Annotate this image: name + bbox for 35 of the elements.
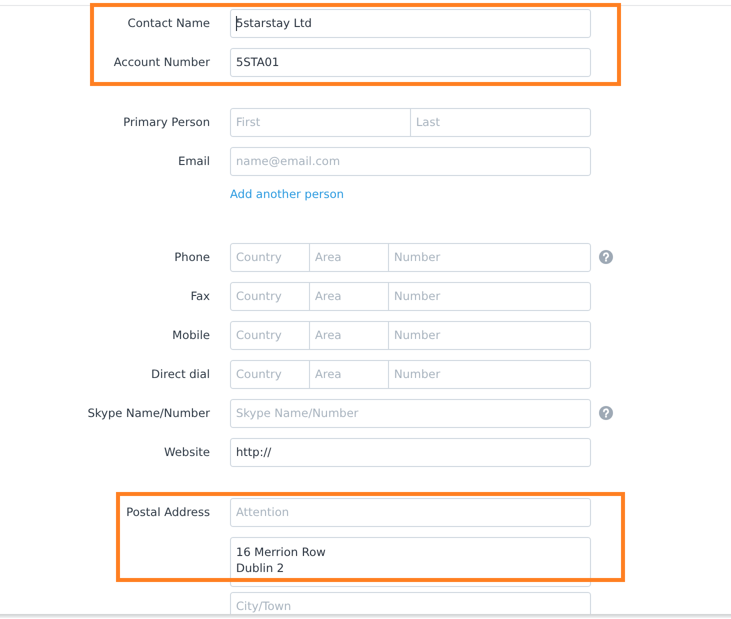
- input-field[interactable]: Country: [230, 360, 310, 389]
- field-label: Fax: [190, 289, 210, 303]
- field-label: Email: [178, 154, 210, 168]
- input-field[interactable]: Area: [309, 243, 389, 272]
- input-field[interactable]: Number: [388, 243, 591, 272]
- input-field[interactable]: Country: [230, 243, 310, 272]
- input-field[interactable]: Number: [388, 360, 591, 389]
- address-text-area[interactable]: 16 Merrion Row Dublin 2: [230, 537, 591, 587]
- field-label: Account Number: [114, 55, 210, 69]
- input-field[interactable]: City/Town: [230, 592, 591, 614]
- field-label: Postal Address: [126, 505, 210, 519]
- add-person-link[interactable]: Add another person: [230, 186, 344, 202]
- help-icon[interactable]: [599, 406, 613, 420]
- input-field[interactable]: Attention: [230, 498, 591, 527]
- input-field[interactable]: Number: [388, 321, 591, 350]
- input-field[interactable]: Number: [388, 282, 591, 311]
- field-label: Website: [164, 445, 210, 459]
- input-field[interactable]: 5STA01: [230, 48, 591, 77]
- field-label: Skype Name/Number: [88, 406, 210, 420]
- input-field[interactable]: Country: [230, 321, 310, 350]
- field-label: Mobile: [172, 328, 210, 342]
- field-label: Direct dial: [151, 367, 210, 381]
- input-field[interactable]: Area: [309, 360, 389, 389]
- input-field[interactable]: name@email.com: [230, 147, 591, 176]
- input-field[interactable]: Country: [230, 282, 310, 311]
- field-label: Primary Person: [123, 115, 210, 129]
- input-field[interactable]: Area: [309, 321, 389, 350]
- input-field[interactable]: Area: [309, 282, 389, 311]
- input-field[interactable]: http://: [230, 438, 591, 467]
- help-icon[interactable]: [599, 250, 613, 264]
- input-field[interactable]: Last: [410, 108, 591, 137]
- field-label: Phone: [174, 250, 210, 264]
- field-label: Contact Name: [128, 16, 210, 30]
- input-field[interactable]: First: [230, 108, 411, 137]
- input-field[interactable]: Skype Name/Number: [230, 399, 591, 428]
